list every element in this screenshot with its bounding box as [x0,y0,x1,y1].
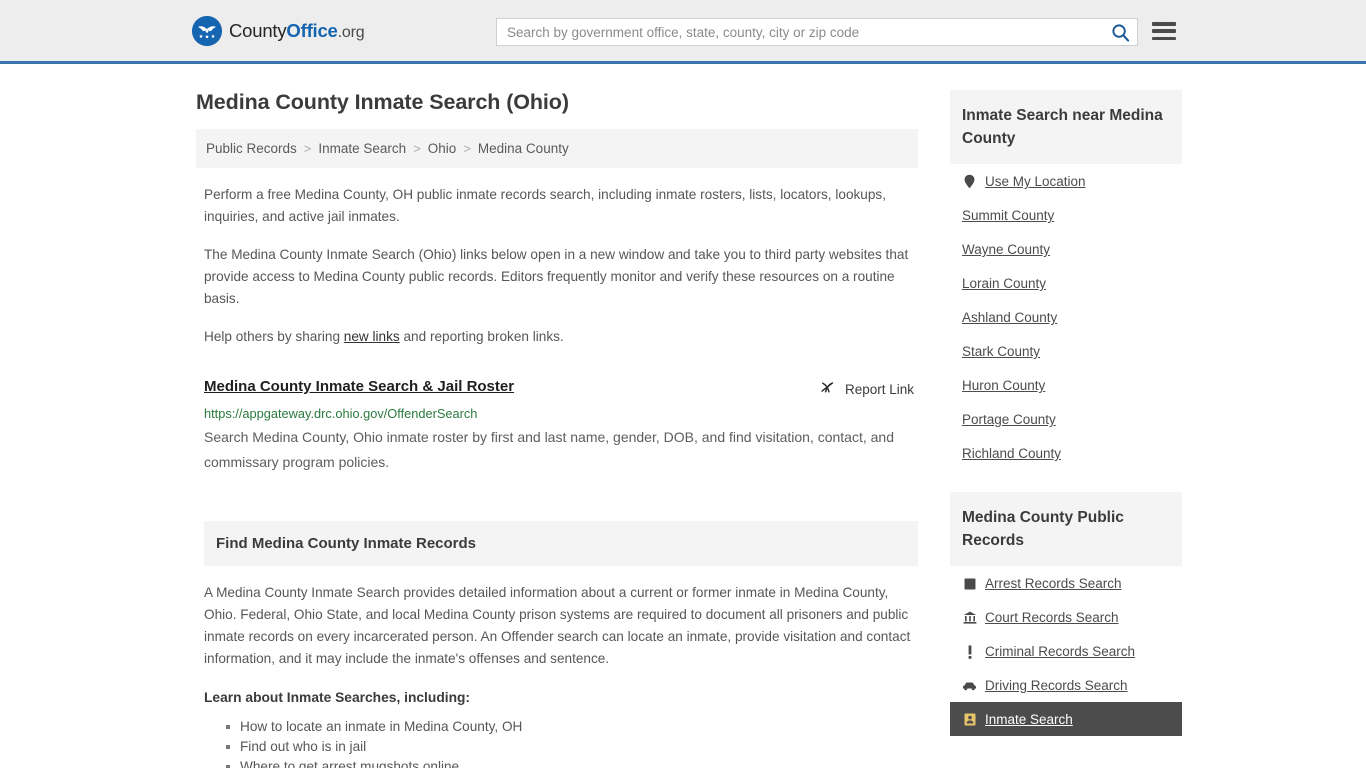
search-icon[interactable] [1103,19,1137,45]
result-description: Search Medina County, Ohio inmate roster… [204,429,894,470]
sidebar-link-label[interactable]: Arrest Records Search [985,576,1122,591]
sidebar-item-arrest-records[interactable]: Arrest Records Search [950,566,1182,600]
sidebar-item-lorain-county[interactable]: Lorain County [950,266,1182,300]
sidebar-item-use-my-location[interactable]: Use My Location [950,164,1182,198]
sidebar-link-label[interactable]: Huron County [962,378,1045,393]
result-title-link[interactable]: Medina County Inmate Search & Jail Roste… [204,378,514,395]
sidebar-item-portage-county[interactable]: Portage County [950,402,1182,436]
section-heading-find-records: Find Medina County Inmate Records [204,521,918,566]
breadcrumb-separator: > [413,141,421,156]
sidebar-heading-public-records: Medina County Public Records [950,492,1182,566]
sidebar-item-criminal-records[interactable]: Criminal Records Search [950,634,1182,668]
page-container: Medina County Inmate Search (Ohio) Publi… [0,64,1366,768]
sidebar-link-label[interactable]: Stark County [962,344,1040,359]
sidebar-item-richland-county[interactable]: Richland County [950,436,1182,470]
sidebar-link-label[interactable]: Richland County [962,446,1061,461]
hamburger-bar [1152,22,1176,26]
sidebar-item-huron-county[interactable]: Huron County [950,368,1182,402]
fingerprint-icon [962,578,977,590]
logo-wordmark: CountyOffice.org [229,19,365,42]
sidebar-link-label[interactable]: Court Records Search [985,610,1119,625]
site-header: CountyOffice.org [0,0,1366,64]
hamburger-menu-icon[interactable] [1152,20,1176,42]
sidebar-item-court-records[interactable]: Court Records Search [950,600,1182,634]
sidebar-item-summit-county[interactable]: Summit County [950,198,1182,232]
breadcrumb-item-medina-county[interactable]: Medina County [478,141,569,156]
car-icon [962,681,977,691]
report-link-label: Report Link [844,381,914,397]
logo-text-county: County [229,19,287,41]
sidebar-item-stark-county[interactable]: Stark County [950,334,1182,368]
exclamation-icon [962,645,977,659]
hamburger-bar [1152,29,1176,33]
map-pin-icon [962,174,977,189]
breadcrumb: Public Records > Inmate Search > Ohio > … [196,129,918,168]
sidebar-link-label[interactable]: Wayne County [962,242,1050,257]
site-logo[interactable]: CountyOffice.org [192,15,365,46]
sidebar-link-label[interactable]: Ashland County [962,310,1057,325]
new-links-link[interactable]: new links [344,329,400,344]
share-text-before: Help others by sharing [204,329,344,344]
sidebar: Inmate Search near Medina County Use My … [950,64,1182,736]
sidebar-heading-nearby: Inmate Search near Medina County [950,90,1182,164]
section-subheading: Learn about Inmate Searches, including: [204,690,471,705]
breadcrumb-item-ohio[interactable]: Ohio [428,141,457,156]
logo-text-org: .org [337,23,365,41]
sidebar-link-label[interactable]: Lorain County [962,276,1046,291]
search-bar[interactable] [496,18,1138,46]
breadcrumb-separator: > [463,141,471,156]
sidebar-item-wayne-county[interactable]: Wayne County [950,232,1182,266]
main-content: Medina County Inmate Search (Ohio) Publi… [196,64,918,768]
broken-link-icon [819,379,836,399]
sidebar-item-inmate-search[interactable]: Inmate Search [950,702,1182,736]
sidebar-item-ashland-county[interactable]: Ashland County [950,300,1182,334]
sidebar-link-label[interactable]: Portage County [962,412,1056,427]
sidebar-link-label[interactable]: Inmate Search [985,712,1073,727]
breadcrumb-item-inmate-search[interactable]: Inmate Search [318,141,406,156]
result-url: https://appgateway.drc.ohio.gov/Offender… [204,406,478,421]
inmate-id-icon [962,713,977,726]
courthouse-icon [962,611,977,624]
breadcrumb-separator: > [303,141,312,156]
sidebar-item-driving-records[interactable]: Driving Records Search [950,668,1182,702]
sidebar-nearby-list: Use My Location Summit County Wayne Coun… [950,164,1182,470]
page-title: Medina County Inmate Search (Ohio) [196,90,569,114]
intro-paragraph-1: Perform a free Medina County, OH public … [204,187,886,224]
intro-paragraph-3: Help others by sharing new links and rep… [204,326,916,348]
sidebar-link-label[interactable]: Summit County [962,208,1054,223]
list-item: Where to get arrest mugshots online [226,757,918,768]
learn-about-list: How to locate an inmate in Medina County… [204,717,918,768]
list-item: Find out who is in jail [226,737,918,757]
search-input[interactable] [497,19,1103,45]
report-link-button[interactable]: Report Link [819,379,914,399]
list-item: How to locate an inmate in Medina County… [226,717,918,737]
eagle-shield-logo-icon [192,15,222,46]
sidebar-link-label[interactable]: Driving Records Search [985,678,1128,693]
section-body-text: A Medina County Inmate Search provides d… [204,585,911,666]
sidebar-link-label[interactable]: Use My Location [985,174,1086,189]
intro-paragraph-2: The Medina County Inmate Search (Ohio) l… [204,247,909,306]
logo-text-office: Office [286,19,338,41]
breadcrumb-item-public-records[interactable]: Public Records [206,141,297,156]
share-text-after: and reporting broken links. [399,329,564,344]
result-item: Medina County Inmate Search & Jail Roste… [204,378,918,475]
sidebar-public-records-list: Arrest Records Search Court Records Sear… [950,566,1182,736]
hamburger-bar [1152,36,1176,40]
sidebar-link-label[interactable]: Criminal Records Search [985,644,1135,659]
